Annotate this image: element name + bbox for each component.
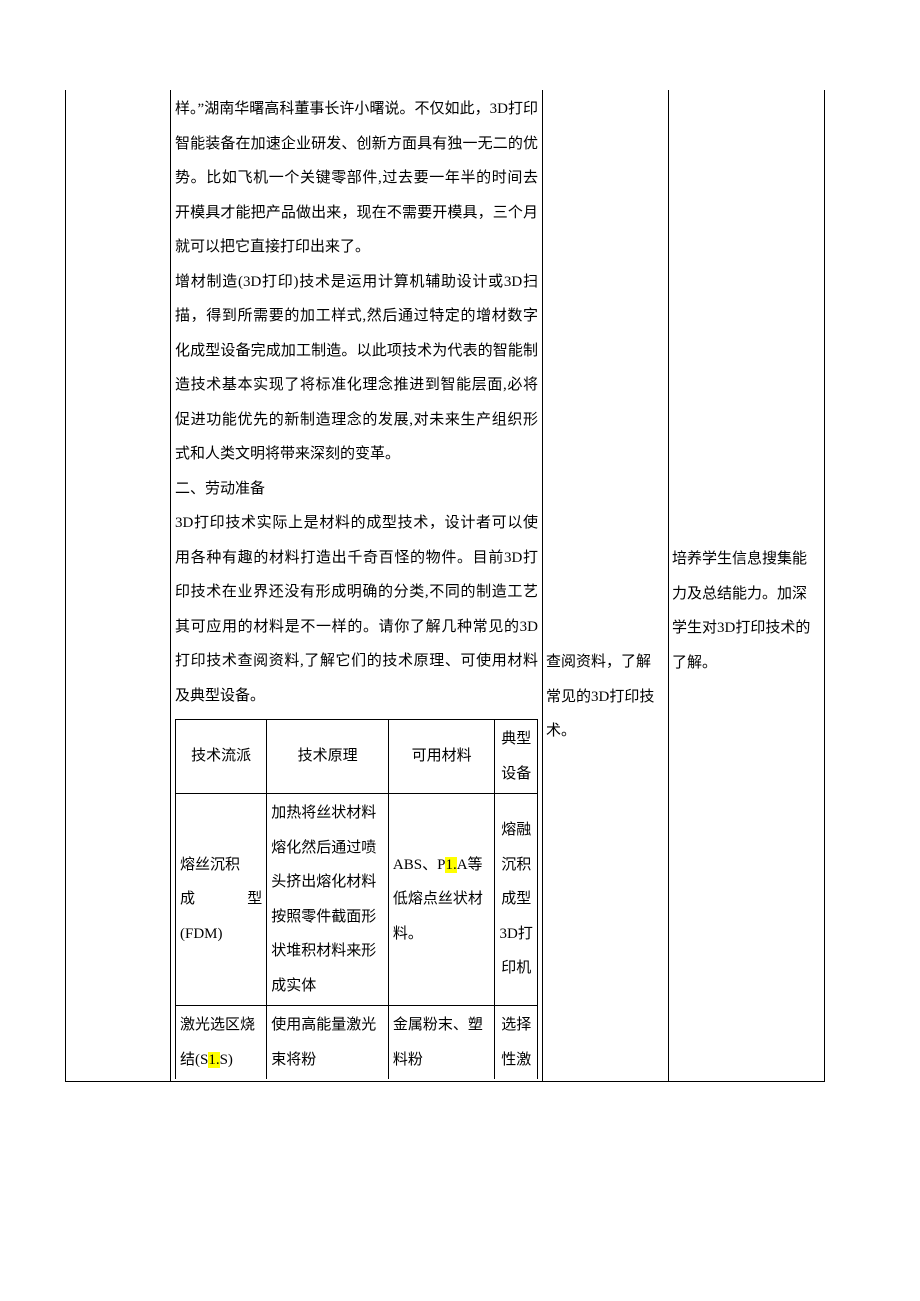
table-header: 可用材料 [388, 720, 494, 794]
design-intent-column: 培养学生信息搜集能力及总结能力。加深学生对3D打印技术的了解。 [669, 90, 824, 1081]
table-cell: 激光选区烧结(S1.S) [176, 1006, 267, 1080]
highlight: 1. [208, 1052, 219, 1068]
table-cell: 金属粉末、塑料粉 [388, 1006, 494, 1080]
table-cell: 使用高能量激光束将粉 [267, 1006, 389, 1080]
text: (FDM) [180, 917, 262, 952]
text: 成 [180, 882, 195, 917]
paragraph: 样。”湖南华曙高科董事长许小曙说。不仅如此，3D打印智能装备在加速企业研发、创新… [175, 92, 538, 265]
teacher-activity-column: 样。”湖南华曙高科董事长许小曙说。不仅如此，3D打印智能装备在加速企业研发、创新… [171, 90, 543, 1081]
table-row: 熔丝沉积 成 型 (FDM) 加热将丝状材料熔化然后通过喷头挤出熔化材料按照零件… [176, 794, 538, 1006]
table-cell: 选择性激 [495, 1006, 538, 1080]
table-cell: 熔融沉积成型3D打印机 [495, 794, 538, 1006]
text: 型 [247, 882, 262, 917]
lesson-plan-row: 样。”湖南华曙高科董事长许小曙说。不仅如此，3D打印智能装备在加速企业研发、创新… [65, 90, 825, 1082]
table-header: 技术流派 [176, 720, 267, 794]
table-cell: 熔丝沉积 成 型 (FDM) [176, 794, 267, 1006]
highlight: 1. [445, 857, 456, 873]
design-intent-text: 培养学生信息搜集能力及总结能力。加深学生对3D打印技术的了解。 [672, 542, 821, 680]
table-row: 激光选区烧结(S1.S) 使用高能量激光束将粉 金属粉末、塑料粉 选择性激 [176, 1006, 538, 1080]
student-activity-text: 查阅资料，了解常见的3D打印技术。 [546, 645, 665, 749]
table-cell: ABS、P1.A等低熔点丝状材料。 [388, 794, 494, 1006]
student-activity-column: 查阅资料，了解常见的3D打印技术。 [543, 90, 669, 1081]
tech-table: 技术流派 技术原理 可用材料 典型设备 熔丝沉积 成 型 (FDM) 加 [175, 719, 538, 1079]
table-header-row: 技术流派 技术原理 可用材料 典型设备 [176, 720, 538, 794]
section-heading: 二、劳动准备 [175, 472, 538, 507]
table-cell: 加热将丝状材料熔化然后通过喷头挤出熔化材料按照零件截面形状堆积材料来形成实体 [267, 794, 389, 1006]
paragraph: 3D打印技术实际上是材料的成型技术，设计者可以使用各种有趣的材料打造出千奇百怪的… [175, 506, 538, 713]
paragraph: 增材制造(3D打印)技术是运用计算机辅助设计或3D扫描，得到所需要的加工样式,然… [175, 265, 538, 472]
text: ABS、P [393, 857, 446, 873]
table-header: 典型设备 [495, 720, 538, 794]
table-header: 技术原理 [267, 720, 389, 794]
stage-column [66, 90, 171, 1081]
text: 熔丝沉积 [180, 848, 262, 883]
text: S) [220, 1052, 233, 1068]
